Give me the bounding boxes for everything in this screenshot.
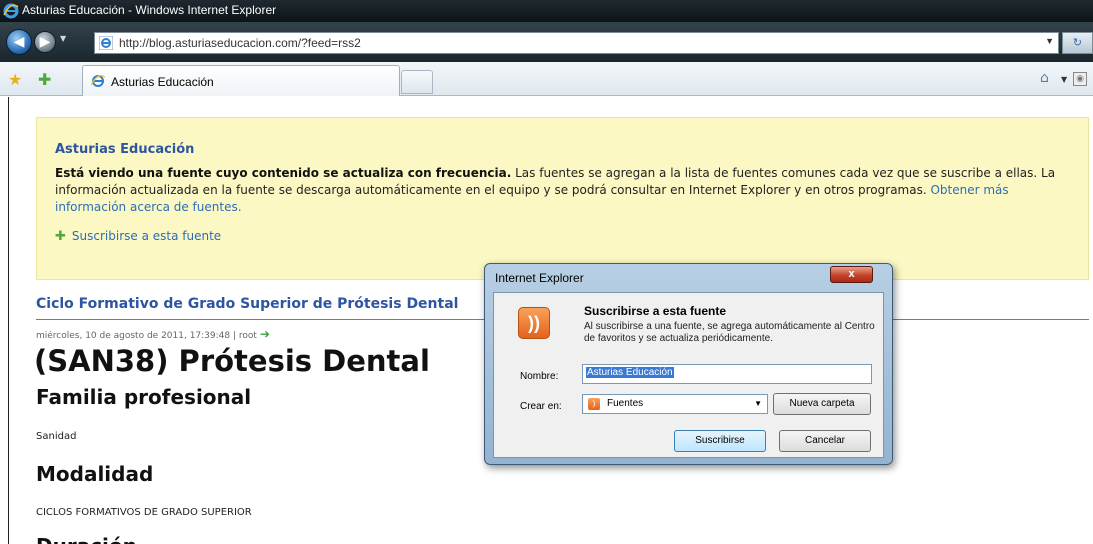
cancel-button[interactable]: Cancelar: [779, 430, 871, 452]
tab-asturias-educacion[interactable]: Asturias Educación: [82, 65, 400, 96]
create-in-value: Fuentes: [607, 398, 644, 409]
create-in-select[interactable]: ) Fuentes ▼: [582, 394, 768, 414]
ie-logo-icon: [3, 3, 19, 19]
refresh-button[interactable]: ↻: [1062, 32, 1093, 54]
history-dropdown-icon[interactable]: ▼: [60, 34, 66, 43]
feeds-icon[interactable]: ◉: [1073, 72, 1087, 86]
subscribe-button[interactable]: Suscribirse: [674, 430, 766, 452]
section-text-ciclos: CICLOS FORMATIVOS DE GRADO SUPERIOR: [36, 507, 252, 518]
home-icon[interactable]: ⌂: [1040, 70, 1049, 86]
folder-rss-icon: ): [588, 398, 600, 410]
home-dropdown-icon[interactable]: ▼: [1061, 75, 1067, 84]
tab-ie-icon: [91, 74, 105, 87]
go-arrow-icon[interactable]: ➔: [260, 327, 270, 341]
window-titlebar: Asturias Educación - Windows Internet Ex…: [0, 0, 1093, 22]
address-field[interactable]: http://blog.asturiaseducacion.com/?feed=…: [94, 32, 1059, 54]
address-dropdown-icon[interactable]: ▼: [1045, 36, 1054, 46]
new-folder-button[interactable]: Nueva carpeta: [773, 393, 871, 415]
subscribe-feed-link[interactable]: ✚ Suscribirse a esta fuente: [55, 229, 221, 244]
post-heading: (SAN38) Prótesis Dental: [34, 344, 430, 378]
close-button[interactable]: x: [830, 266, 873, 283]
window-title: Asturias Educación - Windows Internet Ex…: [22, 3, 277, 17]
section-heading-familia: Familia profesional: [36, 385, 252, 409]
dialog-heading: Suscribirse a esta fuente: [584, 304, 727, 318]
section-text-sanidad: Sanidad: [36, 431, 77, 442]
content-border: [8, 97, 9, 544]
dialog-description: Al suscribirse a una fuente, se agrega a…: [584, 321, 875, 344]
name-input[interactable]: Asturias Educación: [582, 364, 872, 384]
subscribe-dialog: Internet Explorer x )) Suscribirse a est…: [484, 263, 893, 465]
chevron-down-icon: ▼: [754, 399, 762, 408]
post-title-link[interactable]: Ciclo Formativo de Grado Superior de Pró…: [36, 296, 458, 312]
subscribe-star-icon: ✚: [55, 229, 66, 244]
forward-button[interactable]: ▶: [34, 31, 56, 53]
url-text: http://blog.asturiaseducacion.com/?feed=…: [119, 36, 361, 50]
address-toolbar: ◀ ▶ ▼ http://blog.asturiaseducacion.com/…: [0, 22, 1093, 62]
create-in-label: Crear en:: [520, 401, 562, 412]
feed-description-bold: Está viendo una fuente cuyo contenido se…: [55, 166, 512, 180]
post-meta-text: miércoles, 10 de agosto de 2011, 17:39:4…: [36, 331, 257, 341]
page-ie-icon: [99, 36, 113, 50]
dialog-title: Internet Explorer: [495, 271, 584, 285]
feed-title: Asturias Educación: [55, 142, 195, 157]
name-label: Nombre:: [520, 371, 559, 382]
tab-label: Asturias Educación: [111, 75, 214, 89]
new-tab-button[interactable]: [401, 70, 433, 94]
feed-info-banner: Asturias Educación Está viendo una fuent…: [36, 117, 1089, 280]
add-favorites-icon[interactable]: ✚: [38, 70, 51, 89]
section-heading-duracion: Duración: [36, 534, 137, 544]
favorites-star-icon[interactable]: ★: [8, 70, 22, 89]
back-button[interactable]: ◀: [6, 29, 32, 55]
feed-description: Está viendo una fuente cuyo contenido se…: [55, 165, 1070, 216]
subscribe-feed-label: Suscribirse a esta fuente: [71, 229, 222, 243]
rss-feed-icon: )): [518, 307, 550, 339]
tab-toolbar: ★ ✚ Asturias Educación ⌂ ▼ ◉: [0, 62, 1093, 96]
name-input-value: Asturias Educación: [586, 367, 674, 378]
dialog-body: )) Suscribirse a esta fuente Al suscribi…: [493, 292, 884, 458]
post-meta: miércoles, 10 de agosto de 2011, 17:39:4…: [36, 327, 270, 341]
section-heading-modalidad: Modalidad: [36, 462, 154, 486]
